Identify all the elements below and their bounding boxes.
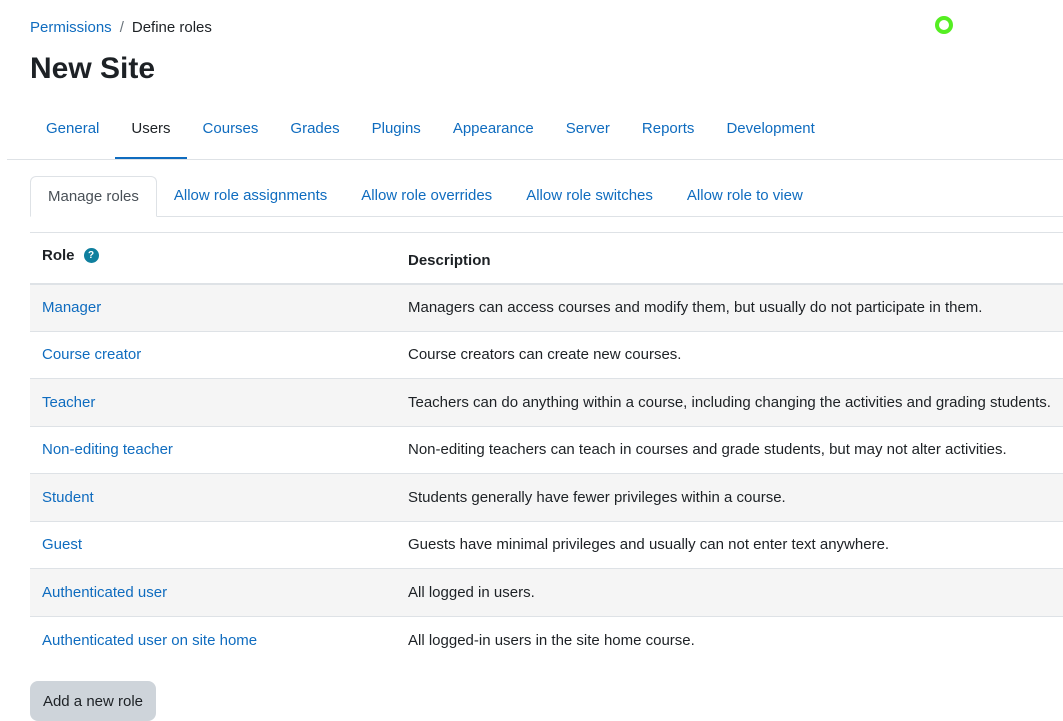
role-link-teacher[interactable]: Teacher <box>42 394 95 411</box>
role-column-header: Role ? <box>30 232 396 285</box>
subtab-manage-roles[interactable]: Manage roles <box>30 176 157 217</box>
subtab-allow-role-overrides[interactable]: Allow role overrides <box>344 176 509 216</box>
table-row: Teacher Teachers can do anything within … <box>30 378 1063 426</box>
tab-server[interactable]: Server <box>550 108 626 160</box>
secondary-navigation: Manage roles Allow role assignments Allo… <box>30 176 1063 217</box>
role-header-label: Role <box>42 247 75 265</box>
table-row: Student Students generally have fewer pr… <box>30 473 1063 521</box>
role-link-student[interactable]: Student <box>42 489 94 506</box>
help-icon[interactable]: ? <box>83 248 99 264</box>
table-row: Authenticated user on site home All logg… <box>30 615 1063 664</box>
table-row: Course creator Course creators can creat… <box>30 330 1063 379</box>
cursor-indicator <box>935 16 953 34</box>
role-description: Managers can access courses and modify t… <box>396 283 1063 331</box>
subtab-allow-role-to-view[interactable]: Allow role to view <box>670 176 820 216</box>
tab-general[interactable]: General <box>30 108 115 160</box>
table-row: Manager Managers can access courses and … <box>30 283 1063 331</box>
role-link-course-creator[interactable]: Course creator <box>42 346 141 363</box>
primary-nav-divider <box>7 159 1063 160</box>
role-description: All logged in users. <box>396 568 1063 616</box>
tab-appearance[interactable]: Appearance <box>437 108 550 160</box>
role-link-authenticated-user[interactable]: Authenticated user <box>42 584 167 601</box>
subtab-allow-role-assignments[interactable]: Allow role assignments <box>157 176 344 216</box>
role-link-non-editing-teacher[interactable]: Non-editing teacher <box>42 441 173 458</box>
page-title: New Site <box>30 52 156 85</box>
role-link-manager[interactable]: Manager <box>42 299 101 316</box>
tab-reports[interactable]: Reports <box>626 108 711 160</box>
roles-table: Role ? Description Manager Managers can … <box>30 232 1063 664</box>
role-description: Teachers can do anything within a course… <box>396 378 1063 426</box>
tab-plugins[interactable]: Plugins <box>356 108 437 160</box>
tab-development[interactable]: Development <box>710 108 830 160</box>
tab-courses[interactable]: Courses <box>187 108 275 160</box>
table-row: Authenticated user All logged in users. <box>30 568 1063 616</box>
role-link-guest[interactable]: Guest <box>42 536 82 553</box>
breadcrumb-permissions-link[interactable]: Permissions <box>30 19 112 36</box>
tab-users[interactable]: Users <box>115 108 187 160</box>
tab-grades[interactable]: Grades <box>274 108 355 160</box>
role-description: Non-editing teachers can teach in course… <box>396 425 1063 474</box>
breadcrumb: Permissions / Define roles <box>30 19 212 36</box>
table-row: Non-editing teacher Non-editing teachers… <box>30 425 1063 474</box>
subtab-allow-role-switches[interactable]: Allow role switches <box>509 176 670 216</box>
breadcrumb-current: Define roles <box>131 19 212 36</box>
role-description: Course creators can create new courses. <box>396 330 1063 379</box>
add-new-role-button[interactable]: Add a new role <box>30 681 156 721</box>
table-header-row: Role ? Description <box>30 232 1063 285</box>
description-column-header: Description <box>396 232 1063 285</box>
breadcrumb-separator: / <box>119 19 124 36</box>
role-description: All logged-in users in the site home cou… <box>396 615 1063 664</box>
table-row: Guest Guests have minimal privileges and… <box>30 520 1063 569</box>
primary-navigation: General Users Courses Grades Plugins App… <box>30 108 831 160</box>
role-description: Students generally have fewer privileges… <box>396 473 1063 521</box>
role-description: Guests have minimal privileges and usual… <box>396 520 1063 569</box>
role-link-authenticated-user-site-home[interactable]: Authenticated user on site home <box>42 632 257 649</box>
